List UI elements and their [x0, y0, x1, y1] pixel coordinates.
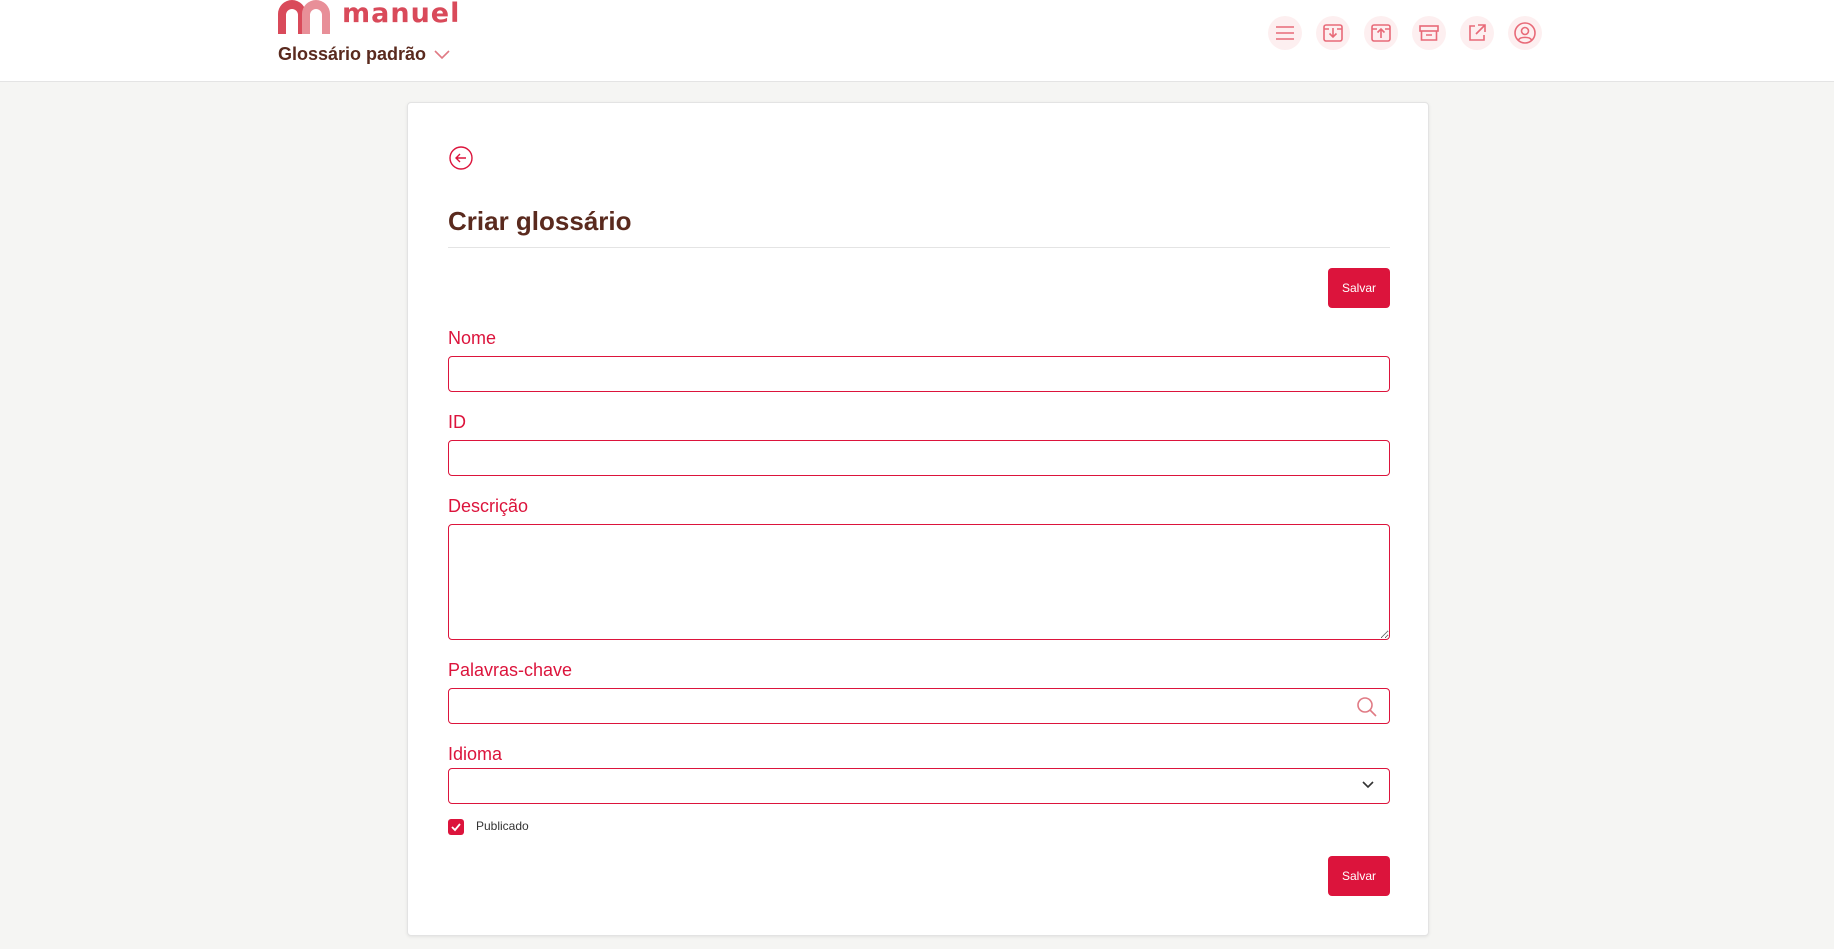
back-button[interactable] — [448, 145, 474, 171]
id-field[interactable] — [448, 440, 1390, 476]
chevron-down-icon — [1362, 781, 1374, 789]
external-link-icon — [1469, 24, 1486, 41]
save-button-top[interactable]: Salvar — [1328, 268, 1390, 308]
menu-icon — [1276, 26, 1294, 40]
archive-icon — [1419, 25, 1439, 41]
arrow-left-circle-icon — [449, 146, 473, 170]
language-select[interactable] — [448, 768, 1390, 804]
published-checkbox[interactable] — [448, 819, 464, 835]
upload-button[interactable] — [1364, 16, 1398, 50]
archive-button[interactable] — [1412, 16, 1446, 50]
description-label: Descrição — [448, 496, 529, 516]
id-label: ID — [448, 412, 466, 432]
top-bar: manuel Glossário padrão — [0, 0, 1834, 82]
divider — [448, 247, 1390, 248]
save-button-bottom[interactable]: Salvar — [1328, 856, 1390, 896]
glossary-selector[interactable]: Glossário padrão — [278, 44, 450, 65]
download-icon — [1323, 24, 1343, 42]
glossary-selector-label: Glossário padrão — [278, 44, 427, 64]
user-icon — [1514, 22, 1536, 44]
name-label: Nome — [448, 328, 497, 348]
keywords-label: Palavras-chave — [448, 660, 573, 680]
search-icon[interactable] — [1356, 696, 1378, 718]
create-glossary-card: Criar glossário Salvar Nome ID Descrição… — [407, 102, 1429, 936]
chevron-down-icon — [434, 49, 450, 59]
user-profile-button[interactable] — [1508, 16, 1542, 50]
logo-text: manuel — [342, 0, 461, 29]
download-button[interactable] — [1316, 16, 1350, 50]
published-label: Publicado — [476, 819, 529, 833]
name-field[interactable] — [448, 356, 1390, 392]
checkmark-icon — [451, 823, 461, 832]
description-field[interactable] — [448, 524, 1390, 640]
toolbar — [1268, 16, 1556, 50]
upload-icon — [1371, 24, 1391, 42]
menu-button[interactable] — [1268, 16, 1302, 50]
logo-mark-icon — [278, 0, 330, 34]
keywords-search-field[interactable] — [448, 688, 1390, 724]
open-external-button[interactable] — [1460, 16, 1494, 50]
app-logo[interactable]: manuel — [278, 0, 460, 36]
language-label: Idioma — [448, 744, 503, 764]
page-title: Criar glossário — [448, 206, 632, 236]
